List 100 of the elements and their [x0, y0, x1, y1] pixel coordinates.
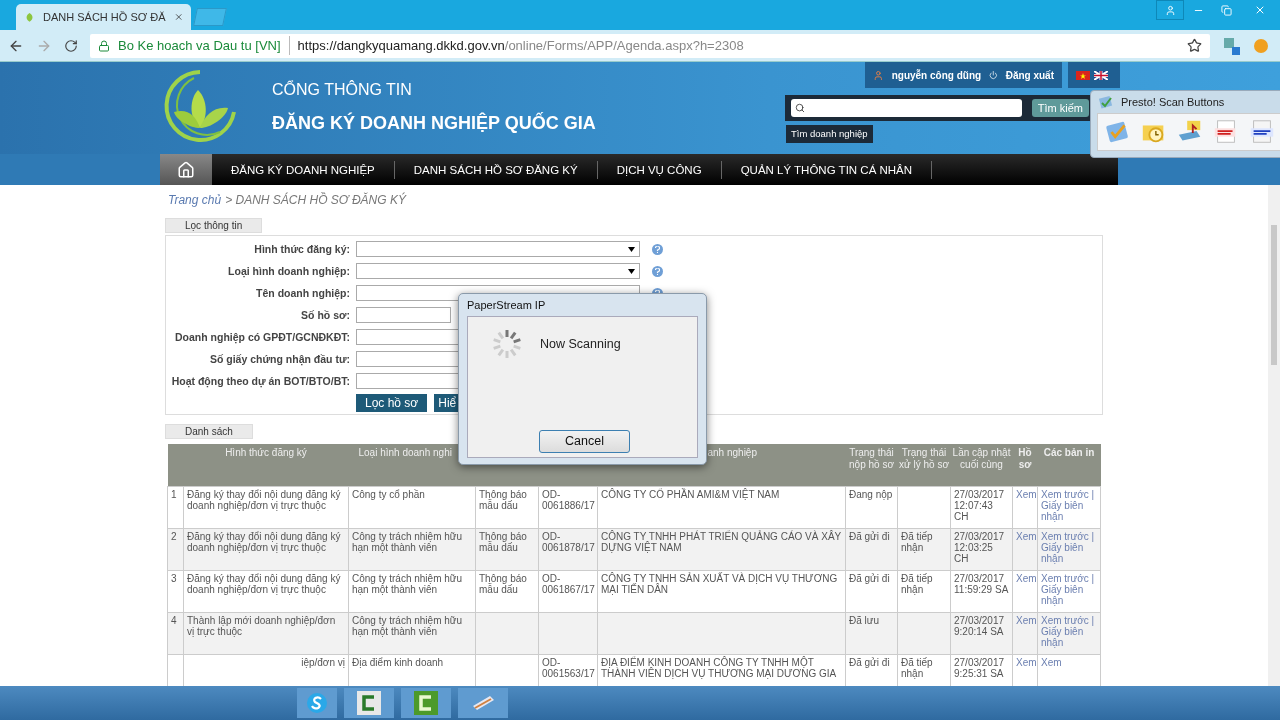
- flag-icon[interactable]: [1094, 70, 1108, 80]
- portal-title: ĐĂNG KÝ DOANH NGHIỆP QUỐC GIA: [272, 111, 596, 135]
- scrollbar[interactable]: [1268, 185, 1280, 686]
- skype-icon: [306, 692, 328, 714]
- table-cell: CÔNG TY CỔ PHẦN AMI&M VIỆT NAM: [597, 486, 846, 528]
- table-cell: 27/03/2017 12:07:43 CH: [950, 486, 1013, 528]
- lock-icon: [98, 39, 110, 52]
- logout-link[interactable]: Đăng xuất: [1005, 67, 1054, 83]
- table-cell: 27/03/2017 12:03:25 CH: [950, 528, 1013, 570]
- table-cell: OD-0061886/17: [538, 486, 598, 528]
- profile-icon[interactable]: [1164, 4, 1176, 16]
- link[interactable]: Xem: [1016, 656, 1034, 668]
- column-header: Lần cập nhật cuối cùng: [950, 444, 1013, 486]
- link[interactable]: Xem trước | Giấy biên nhận: [1041, 572, 1097, 606]
- table-cell: 3: [167, 570, 184, 612]
- table-cell: Đăng ký thay đổi nội dung đăng ký doanh nghiệp/đơn vị trực thuộc: [183, 486, 349, 528]
- link[interactable]: Xem: [1016, 614, 1034, 626]
- nav-item[interactable]: DANH SÁCH HỒ SƠ ĐĂNG KÝ: [394, 160, 598, 179]
- link[interactable]: Xem: [1016, 572, 1034, 584]
- table-cell: [897, 612, 951, 654]
- close-icon[interactable]: [173, 11, 183, 23]
- portal-subtitle: CỔNG THÔNG TIN: [272, 79, 413, 100]
- link[interactable]: Xem trước | Giấy biên nhận: [1041, 488, 1097, 522]
- link[interactable]: Xem: [1016, 488, 1034, 500]
- caret-icon: [628, 268, 635, 274]
- breadcrumb-link[interactable]: Trang chủ: [168, 193, 222, 207]
- help-icon[interactable]: [652, 265, 663, 277]
- table-cell: 4: [167, 612, 184, 654]
- url-text: https://dangkyquamang.dkkd.gov.vn/online/Forms/APP/Agenda.aspx?h=2308: [288, 35, 744, 56]
- table-cell: Công ty trách nhiệm hữu hạn một thành viên: [348, 612, 476, 654]
- table-cell: Đăng ký thay đổi nội dung đăng ký doanh nghiệp/đơn vị trực thuộc: [183, 570, 349, 612]
- table-cell: Thông báo mẫu dấu: [475, 570, 539, 612]
- column-header: Trạng thái nộp hồ sơ: [845, 444, 898, 486]
- bookmark-icon[interactable]: [1187, 38, 1202, 53]
- spinner-icon: [492, 329, 522, 359]
- table-cell: Đã gửi đi: [845, 528, 898, 570]
- taskbar-icon[interactable]: [297, 688, 337, 718]
- table-cell: OD-0061878/17: [538, 528, 598, 570]
- field-label: Hình thức đăng ký:: [253, 243, 351, 255]
- table-cell: Đã tiếp nhận: [897, 570, 951, 612]
- filter-button[interactable]: Lọc hồ sơ: [356, 394, 428, 412]
- user-name[interactable]: nguyễn công dũng: [891, 67, 982, 83]
- dialog-message: Now Scanning: [540, 335, 621, 353]
- field-label: Doanh nghiệp có GPĐT/GCNĐKĐT:: [174, 331, 351, 343]
- table-cell: Đã tiếp nhận: [897, 528, 951, 570]
- table-cell: CÔNG TY TNHH SẢN XUẤT VÀ DỊCH VỤ THƯƠNG MẠI TIẾN DÂN: [597, 570, 846, 612]
- field-label: Số giấy chứng nhận đầu tư:: [208, 353, 351, 365]
- table-cell: Thông báo mẫu dấu: [475, 486, 539, 528]
- input-field[interactable]: [356, 307, 451, 323]
- dropdown[interactable]: [356, 241, 640, 257]
- field-label: Số hồ sơ:: [300, 309, 351, 321]
- link[interactable]: Xem: [1016, 530, 1034, 542]
- dialog-title: PaperStream IP: [467, 298, 546, 313]
- link[interactable]: Xem trước | Giấy biên nhận: [1041, 530, 1097, 564]
- dropdown[interactable]: [356, 263, 640, 279]
- table-cell: Công ty trách nhiệm hữu hạn một thành viên: [348, 528, 476, 570]
- restore-icon[interactable]: [1220, 4, 1232, 16]
- power-icon[interactable]: [989, 69, 998, 81]
- taskbar-icon[interactable]: [344, 688, 394, 718]
- link[interactable]: Xem trước | Giấy biên nhận: [1041, 614, 1097, 648]
- field-label: Loại hình doanh nghiệp:: [227, 265, 351, 277]
- column-header: Loại hình doanh nghi: [348, 444, 476, 486]
- column-header: Các bản in: [1037, 444, 1101, 486]
- help-icon[interactable]: [652, 243, 663, 255]
- table-cell: 1: [167, 486, 184, 528]
- column-header: Hồ sơ: [1012, 444, 1038, 486]
- taskbar-icon[interactable]: [401, 688, 451, 718]
- browser-tab[interactable]: DANH SÁCH HỒ SƠ ĐĂ: [16, 4, 191, 30]
- link[interactable]: Xem: [1041, 656, 1097, 668]
- camtasia-icon: [414, 691, 438, 715]
- search-tooltip: Tìm doanh nghiệp: [786, 125, 873, 144]
- reload-icon[interactable]: [64, 38, 78, 53]
- close-icon[interactable]: [1254, 4, 1266, 16]
- cancel-button[interactable]: Cancel: [539, 430, 630, 453]
- new-tab-button[interactable]: [193, 8, 227, 26]
- table-cell: Đăng ký thay đổi nội dung đăng ký doanh nghiệp/đơn vị trực thuộc: [183, 528, 349, 570]
- search-button[interactable]: Tìm kiếm: [1031, 99, 1089, 117]
- table-cell: Công ty cổ phần: [348, 486, 476, 528]
- table-cell: OD-0061867/17: [538, 570, 598, 612]
- nav-item[interactable]: DỊCH VỤ CÔNG: [597, 160, 722, 179]
- field-label: Hoạt động theo dự án BOT/BTO/BT:: [170, 375, 351, 387]
- table-cell: Đã gửi đi: [845, 570, 898, 612]
- nav-item[interactable]: QUẢN LÝ THÔNG TIN CÁ NHÂN: [721, 160, 933, 179]
- flag-icon[interactable]: [1076, 70, 1090, 80]
- site-identity: Bo Ke hoach va Dau tu [VN]: [118, 36, 281, 55]
- filter-button[interactable]: Hiể: [434, 394, 461, 412]
- table-cell: Công ty trách nhiệm hữu hạn một thành viên: [348, 570, 476, 612]
- table-cell: Thành lập mới doanh nghiệp/đơn vị trực thuộc: [183, 612, 349, 654]
- window-title: Presto! Scan Buttons: [1121, 94, 1225, 110]
- address-bar[interactable]: Bo Ke hoach va Dau tu [VN] https://dangkyquamang.dkkd.gov.vn/online/Forms/APP/Agenda.aspx?h=2308: [90, 33, 1210, 58]
- table-cell: [897, 486, 951, 528]
- column-header: Trạng thái xử lý hồ sơ: [897, 444, 951, 486]
- table-cell: 27/03/2017 11:59:29 SA: [950, 570, 1013, 612]
- home-icon[interactable]: [177, 160, 195, 179]
- search-field[interactable]: [791, 99, 1022, 117]
- table-cell: Thông báo mẫu dấu: [475, 528, 539, 570]
- taskbar-icon[interactable]: [458, 688, 508, 718]
- extension-icon[interactable]: [1222, 35, 1242, 56]
- table-cell: 2: [167, 528, 184, 570]
- nav-item[interactable]: ĐĂNG KÝ DOANH NGHIỆP: [212, 160, 395, 179]
